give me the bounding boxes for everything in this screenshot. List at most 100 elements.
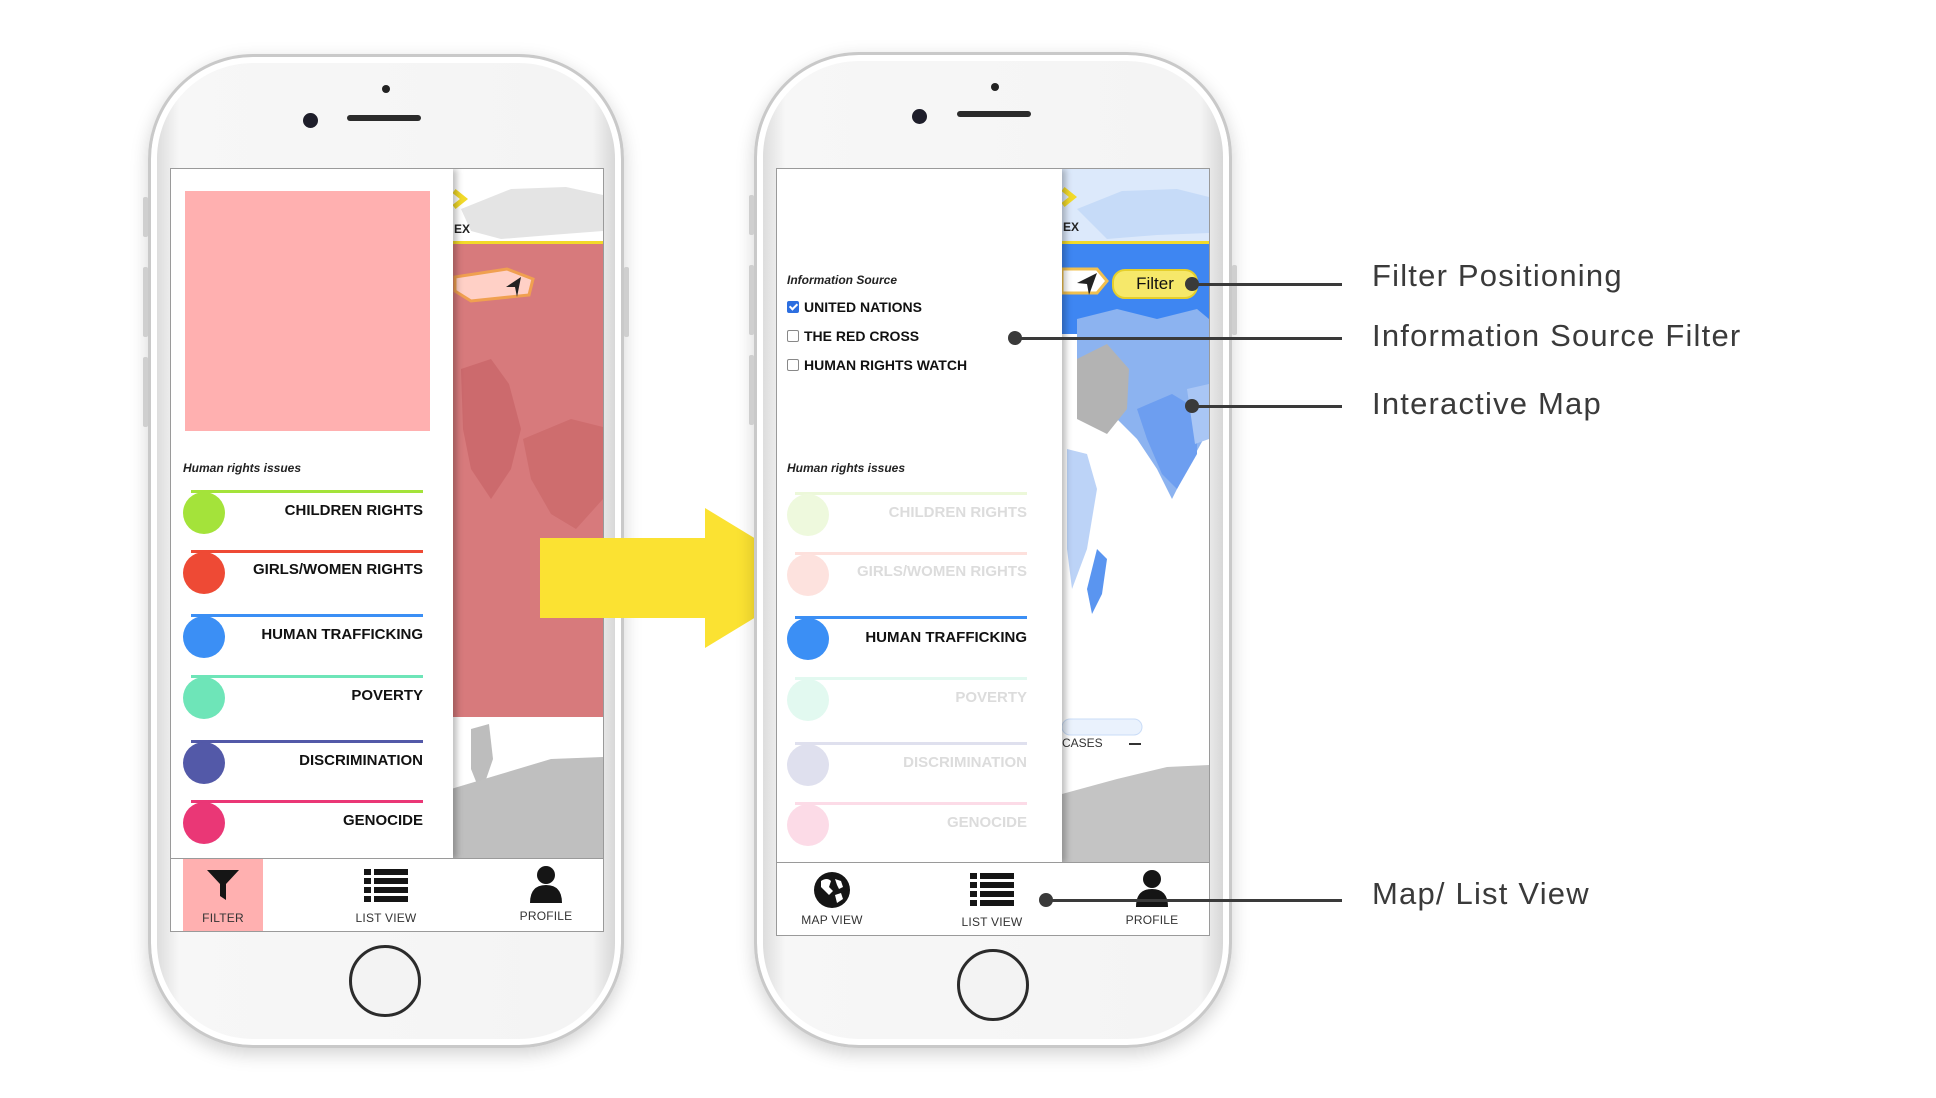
- callout-line: [1190, 283, 1342, 286]
- person-icon: [530, 866, 562, 903]
- issue-line: [795, 742, 1027, 745]
- issue-girls-women-rights[interactable]: GIRLS/WOMEN RIGHTS: [183, 547, 423, 594]
- filter-button-label: Filter: [1136, 274, 1174, 293]
- tab-list-view[interactable]: LIST VIEW: [331, 859, 441, 931]
- tab-label: PROFILE: [519, 909, 573, 923]
- issue-label: CHILDREN RIGHTS: [284, 502, 423, 519]
- issue-poverty[interactable]: POVERTY: [787, 674, 1027, 721]
- issue-girls-women-rights[interactable]: GIRLS/WOMEN RIGHTS: [787, 549, 1027, 596]
- checkbox[interactable]: [787, 330, 799, 342]
- issue-color-dot: [183, 552, 225, 594]
- filter-drawer: Information Source UNITED NATIONS THE RE…: [777, 169, 1062, 863]
- issue-label: DISCRIMINATION: [299, 752, 423, 769]
- funnel-icon: [207, 870, 239, 900]
- issue-label: HUMAN TRAFFICKING: [865, 629, 1027, 646]
- issue-color-dot: [183, 742, 225, 784]
- issue-line: [191, 800, 423, 803]
- callout-line: [1014, 337, 1342, 340]
- source-label: THE RED CROSS: [804, 328, 920, 344]
- issue-line: [795, 802, 1027, 805]
- issue-label: HUMAN TRAFFICKING: [261, 626, 423, 643]
- issue-color-dot: [787, 744, 829, 786]
- issue-color-dot: [787, 494, 829, 536]
- tab-filter[interactable]: FILTER: [183, 859, 263, 931]
- left-screen: EX Human rights issues CHILDREN RIGHTS G…: [170, 168, 604, 932]
- side-button: [143, 197, 148, 237]
- issue-color-dot: [183, 616, 225, 658]
- issue-label: POVERTY: [351, 687, 423, 704]
- home-button[interactable]: [349, 945, 421, 1017]
- issue-label: GENOCIDE: [342, 812, 423, 829]
- tab-label: FILTER: [202, 911, 244, 925]
- issue-line: [795, 492, 1027, 495]
- issue-line: [795, 552, 1027, 555]
- side-button: [749, 265, 754, 335]
- source-red-cross[interactable]: THE RED CROSS: [787, 328, 919, 344]
- issue-discrimination[interactable]: DISCRIMINATION: [183, 737, 423, 784]
- issue-label: GIRLS/WOMEN RIGHTS: [253, 561, 423, 578]
- issue-label: POVERTY: [955, 689, 1027, 706]
- placeholder-image: [185, 191, 430, 431]
- issue-label: GIRLS/WOMEN RIGHTS: [857, 563, 1027, 580]
- source-human-rights-watch[interactable]: HUMAN RIGHTS WATCH: [787, 357, 967, 373]
- issue-genocide[interactable]: GENOCIDE: [183, 797, 423, 844]
- map-header-fragment: EX: [454, 222, 470, 236]
- side-button: [624, 267, 629, 337]
- issue-poverty[interactable]: POVERTY: [183, 672, 423, 719]
- issue-line: [191, 740, 423, 743]
- issue-color-dot: [787, 804, 829, 846]
- tab-label: PROFILE: [1125, 913, 1179, 927]
- issue-line: [795, 677, 1027, 680]
- issue-line: [191, 675, 423, 678]
- callout-line: [1044, 899, 1342, 902]
- issue-label: GENOCIDE: [946, 814, 1027, 831]
- issue-color-dot: [183, 677, 225, 719]
- issue-human-trafficking[interactable]: HUMAN TRAFFICKING: [183, 611, 423, 658]
- callout-interactive-map: Interactive Map: [1372, 386, 1602, 421]
- source-label: HUMAN RIGHTS WATCH: [804, 357, 968, 373]
- side-button: [749, 195, 754, 235]
- issue-color-dot: [183, 802, 225, 844]
- issue-color-dot: [787, 554, 829, 596]
- issue-color-dot: [183, 492, 225, 534]
- source-label: UNITED NATIONS: [804, 299, 922, 315]
- side-button: [749, 355, 754, 425]
- issue-line: [191, 490, 423, 493]
- callout-map-list-view: Map/ List View: [1372, 876, 1590, 911]
- callout-line: [1190, 405, 1342, 408]
- legend-fragment: CASES: [1062, 736, 1103, 750]
- issue-line: [191, 550, 423, 553]
- side-button: [1232, 265, 1237, 335]
- checkbox-checked[interactable]: [787, 301, 799, 313]
- earpiece-speaker: [957, 111, 1031, 117]
- bottom-tab-bar: FILTER LIST VIEW PROFILE: [171, 858, 603, 931]
- callout-filter-positioning: Filter Positioning: [1372, 258, 1623, 293]
- sensor-dot: [382, 85, 390, 93]
- issue-genocide[interactable]: GENOCIDE: [787, 799, 1027, 846]
- tab-label: MAP VIEW: [801, 913, 863, 927]
- issue-discrimination[interactable]: DISCRIMINATION: [787, 739, 1027, 786]
- issue-children-rights[interactable]: CHILDREN RIGHTS: [787, 489, 1027, 536]
- side-button: [143, 357, 148, 427]
- issue-color-dot: [787, 618, 829, 660]
- map-header-fragment: EX: [1063, 220, 1079, 234]
- checkbox[interactable]: [787, 359, 799, 371]
- section-title: Human rights issues: [183, 461, 302, 475]
- tab-profile[interactable]: PROFILE: [501, 859, 591, 931]
- front-camera: [303, 113, 318, 128]
- issue-line: [795, 616, 1027, 619]
- callout-information-source-filter: Information Source Filter: [1372, 318, 1742, 353]
- issue-children-rights[interactable]: CHILDREN RIGHTS: [183, 487, 423, 534]
- issue-human-trafficking[interactable]: HUMAN TRAFFICKING: [787, 613, 1027, 660]
- issue-label: CHILDREN RIGHTS: [888, 504, 1027, 521]
- right-screen: CASES EX Filter Information Source UNITE…: [776, 168, 1210, 936]
- home-button[interactable]: [957, 949, 1029, 1021]
- tab-list-view[interactable]: LIST VIEW: [937, 863, 1047, 935]
- source-united-nations[interactable]: UNITED NATIONS: [787, 299, 922, 315]
- filter-drawer: Human rights issues CHILDREN RIGHTS GIRL…: [171, 169, 453, 859]
- issue-label: DISCRIMINATION: [903, 754, 1027, 771]
- list-icon: [970, 873, 1014, 906]
- issue-color-dot: [787, 679, 829, 721]
- tab-label: LIST VIEW: [961, 915, 1023, 929]
- tab-map-view[interactable]: MAP VIEW: [782, 863, 882, 935]
